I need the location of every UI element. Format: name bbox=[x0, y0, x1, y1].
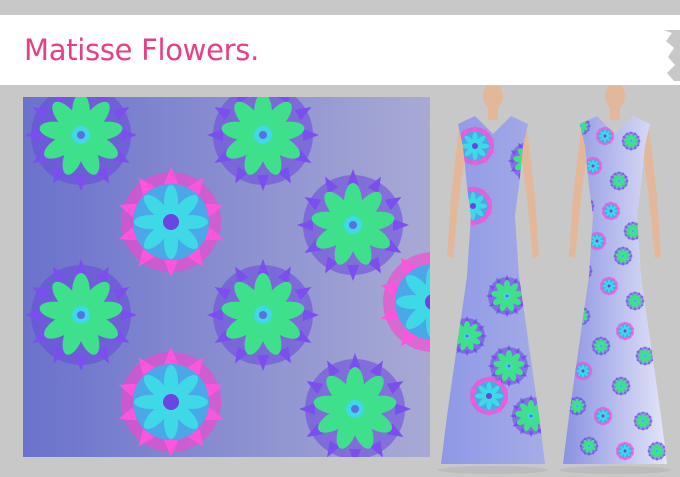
title-banner: Matisse Flowers. bbox=[0, 15, 680, 85]
pattern-swatch-art bbox=[23, 97, 430, 457]
dress-mockup-small-print bbox=[553, 86, 680, 477]
page-title: Matisse Flowers. bbox=[24, 33, 259, 67]
pattern-swatch bbox=[23, 97, 430, 457]
dress-mockup-large-print bbox=[433, 86, 553, 477]
